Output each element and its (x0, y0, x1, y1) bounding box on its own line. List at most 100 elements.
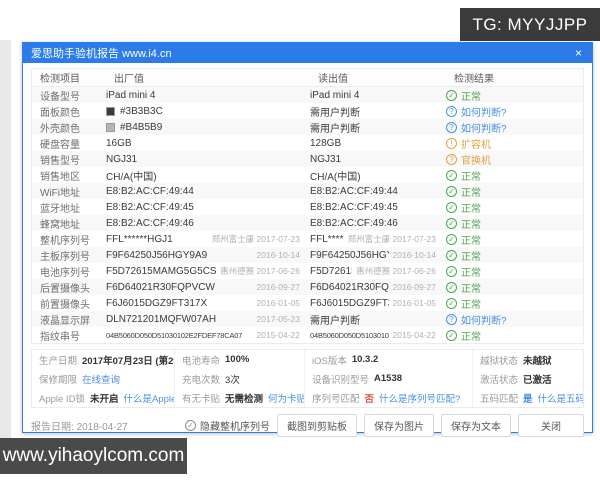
watermark-url: www.yihaoylcom.com (0, 438, 187, 474)
factory-value-cell: 04B5060D050D51030102E2FDEF78CA07 2015-04… (106, 330, 310, 340)
read-note: 2016-10-14 (389, 250, 436, 260)
result-text: 如何判断? (461, 104, 507, 119)
table-row: 销售地区 CH/A(中国) CH/A(中国) ✓ 正常 (32, 167, 583, 183)
close-icon[interactable]: × (573, 47, 584, 59)
info-help-link[interactable]: 何为卡贴、如何检测? (268, 391, 304, 405)
factory-value-cell: iPad mini 4 (106, 90, 310, 101)
read-value-cell: 04B5060D050D51030102E2FDEF78CA07 2015-04… (310, 330, 446, 340)
table-row: 整机序列号 FFL******HGJ1 郑州富士康 2017-07-23 FFL… (32, 231, 583, 247)
read-note: 2016-01-05 (389, 298, 436, 308)
result-text: 如何判断? (461, 120, 507, 135)
info-value: 10.3.2 (352, 354, 378, 365)
result-status-icon: ✓ (446, 170, 457, 181)
window-title: 爱思助手验机报告 www.i4.cn (31, 45, 573, 61)
result-cell: ✓ 正常 (446, 200, 583, 215)
table-row: 面板颜色 #3B3B3C 需用户判断 ? 如何判断? (32, 103, 583, 119)
info-value: 否 (365, 391, 375, 405)
info-value: 是 (523, 391, 533, 405)
result-cell[interactable]: ? 如何判断? (446, 120, 583, 135)
result-cell: ✓ 正常 (446, 168, 583, 183)
factory-value-cell: E8:B2:AC:CF:49:44 (106, 186, 310, 197)
result-text: 如何判断? (461, 312, 507, 327)
row-label: WiFi地址 (32, 184, 106, 199)
info-item-charge-count: 充电次数 3次 (174, 369, 304, 388)
row-label: 设备型号 (32, 88, 106, 103)
header-check-item: 检测项目 (32, 70, 106, 85)
read-value-cell: NGJ31 (310, 154, 446, 165)
info-item-warranty: 保修期限 在线查询 (32, 369, 174, 388)
info-item-serial-match: 序列号匹配 否 什么是序列号匹配? (304, 388, 472, 407)
color-swatch-icon (106, 107, 115, 116)
result-cell[interactable]: ? 如何判断? (446, 104, 583, 119)
result-text: 官换机 (461, 152, 491, 167)
info-value[interactable]: 在线查询 (82, 372, 120, 386)
screenshot-to-clipboard-button[interactable]: 截图到剪贴板 (277, 414, 357, 437)
result-cell: ✓ 正常 (446, 216, 583, 231)
read-note: 郑州富士康 2017-07-23 (344, 233, 436, 245)
verification-report-window: 爱思助手验机报告 www.i4.cn × 检测项目 出厂值 读出值 检测结果 设… (22, 42, 593, 433)
result-text: 正常 (461, 280, 481, 295)
info-label: 序列号匹配 (312, 391, 360, 405)
report-date-label: 报告日期: (31, 422, 74, 433)
window-titlebar: 爱思助手验机报告 www.i4.cn × (23, 43, 592, 63)
read-value-cell: iPad mini 4 (310, 90, 446, 101)
info-label: 生产日期 (39, 353, 77, 367)
info-item-production-date: 生产日期 2017年07月23日 (第29周) (32, 350, 174, 369)
table-row: 蜂窝地址 E8:B2:AC:CF:49:46 E8:B2:AC:CF:49:46… (32, 215, 583, 231)
save-as-image-button[interactable]: 保存为图片 (364, 414, 434, 437)
result-text: 正常 (461, 296, 481, 311)
factory-value-cell: F6J6015DGZ9FT317X 2016-01-05 (106, 298, 310, 309)
result-cell: ✓ 正常 (446, 88, 583, 103)
save-as-text-button[interactable]: 保存为文本 (441, 414, 511, 437)
result-status-icon: ? (446, 314, 457, 325)
read-value-cell: F6J6015DGZ9FT317X 2016-01-05 (310, 298, 446, 309)
info-value: 未开启 (90, 391, 119, 405)
info-label: 电池寿命 (182, 353, 220, 367)
read-value-cell: FFL******HGJ1 郑州富士康 2017-07-23 (310, 233, 446, 245)
info-item-device-model-id: 设备识别型号 A1538 (304, 369, 472, 388)
result-status-icon: ✓ (446, 186, 457, 197)
info-value: 3次 (225, 372, 240, 386)
result-text: 正常 (461, 264, 481, 279)
result-status-icon: ! (446, 138, 457, 149)
result-status-icon: ✓ (446, 250, 457, 261)
page-edge-strip (0, 40, 11, 438)
info-label: 激活状态 (480, 372, 518, 386)
header-result: 检测结果 (446, 70, 583, 85)
row-label: 整机序列号 (32, 232, 106, 247)
close-button[interactable]: 关闭 (518, 414, 584, 437)
result-cell: ✓ 正常 (446, 248, 583, 263)
factory-note: 2017-05-23 (253, 314, 300, 324)
hide-serial-checkbox[interactable]: ✓ 隐藏整机序列号 (185, 418, 270, 433)
row-label: 前置摄像头 (32, 296, 106, 311)
check-circle-icon: ✓ (185, 420, 196, 431)
factory-note: 2015-04-22 (253, 330, 300, 340)
read-value-cell: F5D72615MAMG5G5CS 惠州德赛 2017-06-26 (310, 265, 446, 277)
info-help-link[interactable]: 什么是五码匹配? (538, 391, 583, 405)
header-read-value: 读出值 (310, 70, 446, 85)
info-help-link[interactable]: 什么是Apple ID锁? (123, 391, 174, 405)
factory-note: 2016-10-14 (253, 250, 300, 260)
result-text: 正常 (461, 216, 481, 231)
row-label: 液晶显示屏 (32, 312, 106, 327)
footer-buttons: 截图到剪贴板保存为图片保存为文本关闭 (277, 414, 584, 437)
result-text: 正常 (461, 200, 481, 215)
table-header-row: 检测项目 出厂值 读出值 检测结果 (32, 69, 583, 87)
info-item-activation-status: 激活状态 已激活 (472, 369, 583, 388)
info-help-link[interactable]: 什么是序列号匹配? (379, 391, 460, 405)
table-row: 硬盘容量 16GB 128GB ! 扩容机 (32, 135, 583, 151)
info-item-jailbreak-status: 越狱状态 未越狱 (472, 350, 583, 369)
read-value-cell: CH/A(中国) (310, 168, 446, 183)
table-row: 外壳颜色 #B4B5B9 需用户判断 ? 如何判断? (32, 119, 583, 135)
row-label: 蓝牙地址 (32, 200, 106, 215)
table-row: 蓝牙地址 E8:B2:AC:CF:49:45 E8:B2:AC:CF:49:45… (32, 199, 583, 215)
result-cell[interactable]: ? 如何判断? (446, 312, 583, 327)
result-cell: ✓ 正常 (446, 328, 583, 343)
result-status-icon: ✓ (446, 266, 457, 277)
result-status-icon: ✓ (446, 298, 457, 309)
row-label: 指纹串号 (32, 328, 106, 343)
result-status-icon: ✓ (446, 90, 457, 101)
factory-value-cell: FFL******HGJ1 郑州富士康 2017-07-23 (106, 233, 310, 245)
footer-bar: 报告日期: 2018-04-27 ✓ 隐藏整机序列号 截图到剪贴板保存为图片保存… (31, 414, 584, 437)
info-item-sim-patch: 有无卡贴 无需检测 何为卡贴、如何检测? (174, 388, 304, 407)
